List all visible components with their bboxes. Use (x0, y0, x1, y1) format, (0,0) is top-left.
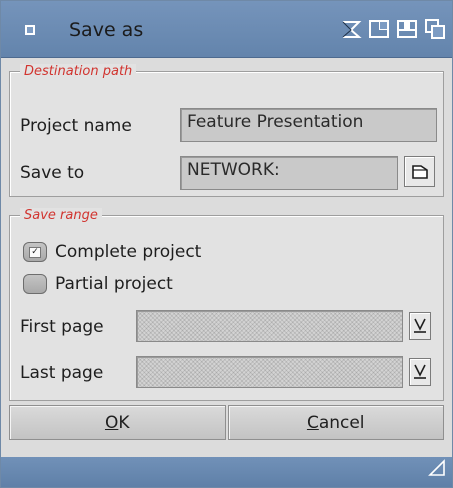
cycle-arrow-icon (414, 318, 426, 333)
partial-project-radio[interactable] (23, 274, 47, 294)
project-name-label: Project name (20, 116, 132, 136)
save-as-window: Save as Destination path Project name Fe… (0, 0, 453, 488)
title-bar[interactable]: Save as (1, 1, 452, 58)
dialog-buttons: OK Cancel (9, 405, 444, 440)
ok-shortcut: O (104, 412, 119, 433)
complete-project-label: Complete project (55, 242, 202, 262)
depth-icon[interactable] (396, 18, 418, 40)
destination-group-title: Destination path (20, 64, 137, 79)
first-page-cycle-button[interactable] (409, 312, 431, 340)
cancel-label-rest: ancel (318, 412, 365, 433)
last-page-label: Last page (20, 363, 104, 383)
window-gadgets (340, 18, 446, 40)
first-page-label: First page (20, 317, 104, 337)
cancel-shortcut: C (306, 412, 319, 433)
last-page-cycle-button[interactable] (409, 358, 431, 386)
checkmark-icon: ✓ (29, 246, 41, 258)
save-to-field[interactable]: NETWORK: (180, 156, 398, 190)
file-requester-icon (411, 164, 428, 179)
cycle-arrow-icon (414, 364, 426, 379)
save-range-group-title: Save range (20, 208, 102, 223)
save-range-group: Save range ✓ Complete project Partial pr… (9, 208, 444, 401)
partial-project-label: Partial project (55, 274, 173, 294)
last-page-field[interactable] (136, 356, 403, 388)
file-requester-button[interactable] (404, 156, 435, 187)
partial-project-option[interactable]: Partial project (23, 274, 173, 294)
save-to-label: Save to (20, 163, 85, 183)
close-gadget-icon[interactable] (25, 25, 35, 35)
zoom-icon[interactable] (368, 18, 390, 40)
ok-button[interactable]: OK (9, 405, 226, 440)
complete-project-radio[interactable]: ✓ (23, 242, 47, 262)
ok-label-rest: K (118, 412, 130, 433)
window-footer (1, 457, 452, 487)
first-page-field[interactable] (136, 310, 403, 342)
cycle-icon[interactable] (424, 18, 446, 40)
window-title: Save as (69, 19, 144, 41)
cancel-button[interactable]: Cancel (227, 405, 444, 440)
destination-group: Destination path Project name Feature Pr… (9, 64, 444, 197)
resize-icon[interactable] (428, 459, 446, 481)
project-name-field[interactable]: Feature Presentation (180, 108, 437, 142)
iconify-icon[interactable] (340, 18, 362, 40)
complete-project-option[interactable]: ✓ Complete project (23, 242, 201, 262)
